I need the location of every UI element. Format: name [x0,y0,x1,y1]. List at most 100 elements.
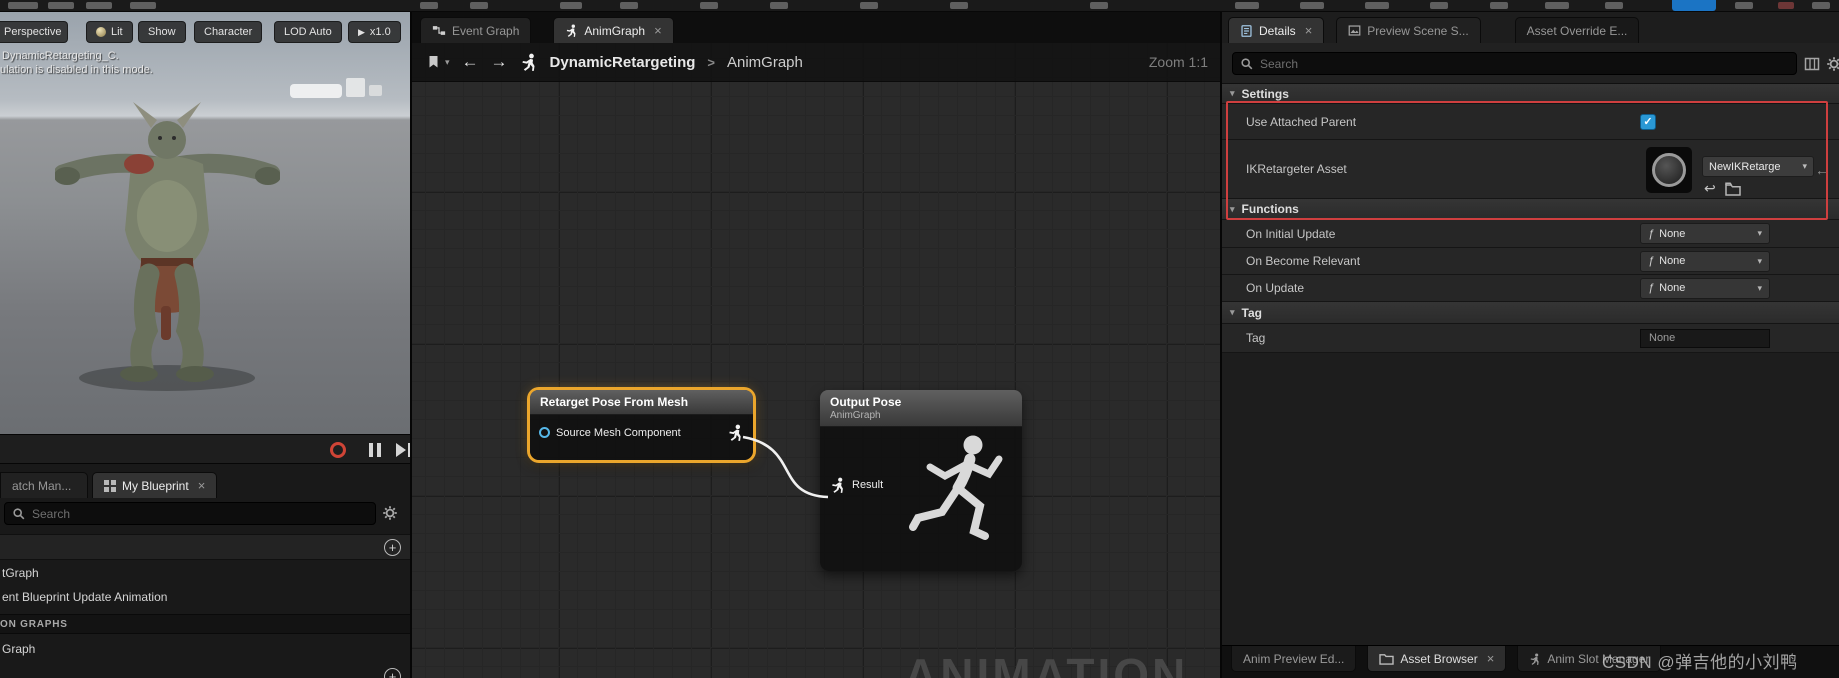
tab-preview-scene-settings[interactable]: Preview Scene S... [1336,17,1481,43]
record-button[interactable] [330,442,346,458]
node-retarget-pose-from-mesh[interactable]: Retarget Pose From Mesh Source Mesh Comp… [530,390,753,460]
breadcrumb-current[interactable]: AnimGraph [727,54,803,71]
result-pin-icon[interactable] [830,477,846,493]
viewport-overlay-line1: DynamicRetargeting_C. [2,50,119,62]
close-icon[interactable]: × [654,24,662,37]
close-icon[interactable]: × [1305,24,1313,37]
property-row-ikretargeter-asset: IKRetargeter Asset NewIKRetarge ▾ ↩ ← [1222,140,1839,199]
use-attached-parent-checkbox[interactable]: ✓ [1640,113,1656,130]
tab-asset-override-editor[interactable]: Asset Override E... [1514,17,1640,43]
source-mesh-component-pin-icon[interactable] [539,427,550,438]
tab-anim-preview-editor[interactable]: Anim Preview Ed... [1231,646,1357,672]
toolbar-icon [620,2,638,9]
use-selected-asset-icon[interactable]: ↩ [1704,180,1716,197]
property-label: On Initial Update [1246,226,1336,241]
graph-breadcrumb-bar: ▾ ← → DynamicRetargeting > AnimGraph Zoo… [412,43,1220,82]
step-forward-button[interactable] [396,443,411,457]
tab-animgraph[interactable]: AnimGraph × [553,17,674,43]
tab-my-blueprint[interactable]: My Blueprint × [92,472,218,498]
toolbar-icon [560,2,582,9]
settings-gear-icon[interactable] [1826,56,1839,72]
on-become-relevant-dropdown[interactable]: ƒ None ▾ [1640,250,1770,272]
graph-canvas[interactable]: ANIMATION ▾ ← → DynamicRetargeting > Ani… [412,43,1220,678]
toolbar-primary-button[interactable] [1672,0,1716,11]
property-row-on-become-relevant: On Become Relevant ƒ None ▾ [1222,248,1839,275]
animation-graphs-section-header[interactable]: ON GRAPHS [0,614,410,634]
tag-input-field[interactable]: None [1640,328,1770,348]
preview-viewport[interactable]: Perspective Lit Show Character LOD Auto … [0,12,410,434]
show-menu-button[interactable]: Show [138,21,186,43]
toolbar-icon [1490,2,1508,9]
node-subtitle: AnimGraph [830,410,881,421]
blueprint-item-update-animation[interactable]: ent Blueprint Update Animation [2,590,167,604]
scene-icon [1348,25,1361,36]
function-icon: ƒ [1648,255,1655,267]
search-input[interactable] [1260,56,1789,71]
toolbar-icon [1430,2,1448,9]
tab-label: Asset Override E... [1526,23,1628,38]
tag-value: None [1649,332,1676,344]
property-row-on-initial-update: On Initial Update ƒ None ▾ [1222,220,1839,248]
lit-viewmode-button[interactable]: Lit [86,21,133,43]
details-doc-icon [1241,24,1252,37]
add-item-button-clipped[interactable]: + [384,668,401,678]
category-label: Tag [1241,305,1262,320]
graph-wire-layer [742,435,829,499]
pause-button[interactable] [369,443,381,457]
toolbar-icon [86,2,112,9]
speed-label: x1.0 [369,26,391,38]
lod-auto-button[interactable]: LOD Auto [274,21,342,43]
settings-gear-icon[interactable] [382,505,398,521]
tab-watch-window[interactable]: atch Man... [0,472,88,498]
on-update-dropdown[interactable]: ƒ None ▾ [1640,277,1770,299]
close-icon[interactable]: × [1487,652,1495,665]
details-search[interactable] [1232,52,1797,75]
breadcrumb-root[interactable]: DynamicRetargeting [550,54,696,71]
on-initial-update-dropdown[interactable]: ƒ None ▾ [1640,223,1770,244]
character-menu-button[interactable]: Character [194,21,263,43]
search-input[interactable] [32,506,368,521]
toolbar-icon [1235,2,1259,9]
pick-asset-arrow-icon[interactable]: ← [1815,162,1829,178]
browse-to-asset-icon[interactable] [1724,181,1741,196]
bookmark-icon[interactable] [426,54,441,70]
asset-thumbnail[interactable] [1646,147,1692,193]
property-row-use-attached-parent: Use Attached Parent ✓ [1222,104,1839,140]
pose-wire[interactable] [742,435,829,499]
category-functions[interactable]: ▾ Functions [1222,199,1839,220]
graphs-category-row[interactable]: + [0,534,410,560]
graph-editor-panel: Event Graph AnimGraph × ANIMATION ▾ ← → … [410,12,1220,678]
category-tag[interactable]: ▾ Tag [1222,302,1839,324]
tab-asset-browser[interactable]: Asset Browser × [1367,646,1507,672]
search-icon [1241,57,1253,69]
tab-label: Preview Scene S... [1367,23,1469,38]
forward-arrow-icon[interactable]: → [491,52,508,72]
tab-label: Asset Browser [1400,651,1478,666]
dropdown-value: None [1659,255,1686,267]
tab-details[interactable]: Details × [1228,17,1325,43]
graph-icon [432,26,446,35]
property-label: IKRetargeter Asset [1246,162,1347,176]
back-arrow-icon[interactable]: ← [462,52,479,72]
add-graph-button[interactable]: + [384,539,401,556]
toolbar-icon [8,2,38,9]
property-label: On Become Relevant [1246,254,1361,268]
close-icon[interactable]: × [198,479,206,492]
playback-speed-button[interactable]: ▶ x1.0 [348,21,401,43]
plus-icon: + [388,540,397,555]
blueprint-search[interactable] [4,502,376,525]
perspective-menu-button[interactable]: Perspective [0,21,68,43]
tab-label: Event Graph [452,23,520,38]
blueprint-item-animgraph[interactable]: Graph [2,642,35,656]
bookmark-chevron-icon[interactable]: ▾ [445,57,450,68]
category-settings[interactable]: ▾ Settings [1222,84,1839,104]
display-filter-icon[interactable] [1804,56,1820,72]
show-label: Show [148,26,176,38]
tab-event-graph[interactable]: Event Graph [420,17,532,43]
blueprint-item-eventgraph[interactable]: tGraph [2,566,39,580]
pose-output-pin-icon[interactable] [727,424,744,441]
asset-dropdown[interactable]: NewIKRetarge ▾ [1702,156,1814,177]
play-icon: ▶ [358,26,365,37]
toolbar-icon [1545,2,1569,9]
node-output-pose[interactable]: Output Pose AnimGraph Result [820,390,1022,571]
